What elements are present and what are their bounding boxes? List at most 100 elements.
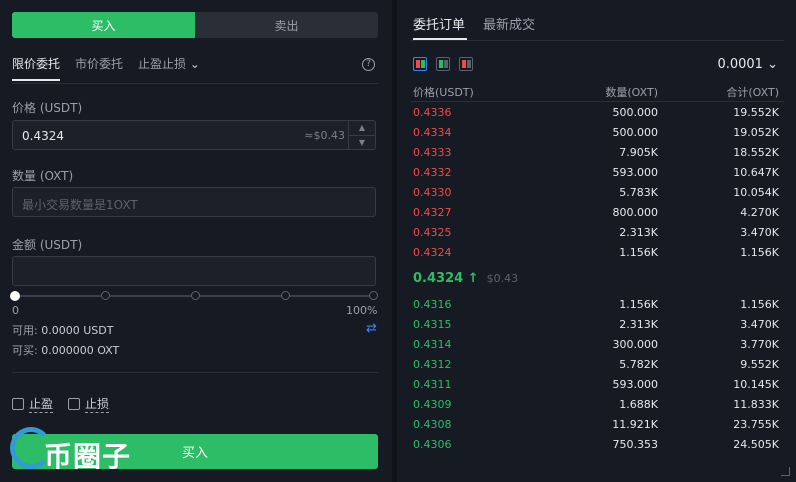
bid-price: 0.4309 [413, 398, 452, 411]
stepper-down-icon[interactable]: ▼ [349, 136, 375, 150]
bid-row[interactable]: 0.4312 5.782K 9.552K [413, 358, 779, 372]
price-value: 0.4324 [22, 129, 64, 143]
order-book-tabs: 委托订单 最新成交 [413, 14, 535, 33]
stop-loss-label: 止损 [85, 397, 110, 413]
bid-total: 3.470K [740, 318, 779, 331]
tab-stop-order[interactable]: 止盈止损 ⌄ [138, 55, 200, 82]
slider-mark-50[interactable] [191, 291, 200, 300]
slider-mark-25[interactable] [101, 291, 110, 300]
amount-input[interactable] [12, 256, 376, 286]
ask-qty: 2.313K [619, 226, 658, 239]
bid-price: 0.4308 [413, 418, 452, 431]
checkbox-icon[interactable] [68, 398, 80, 410]
price-input[interactable]: 0.4324 ≈$0.43 ▲ ▼ [12, 120, 376, 150]
bid-total: 11.833K [733, 398, 779, 411]
slider-min-label: 0 [12, 304, 19, 317]
ask-qty: 5.783K [619, 186, 658, 199]
last-price-number: 0.4324 [413, 271, 464, 286]
stepper-up-icon[interactable]: ▲ [349, 121, 375, 136]
bid-price: 0.4315 [413, 318, 452, 331]
bid-total: 1.156K [740, 298, 779, 311]
bid-qty: 1.688K [619, 398, 658, 411]
take-profit-checkbox[interactable]: 止盈 [12, 395, 54, 413]
watermark-logo: 币圈子 [6, 423, 156, 479]
ask-price: 0.4336 [413, 106, 452, 119]
order-book-panel: 委托订单 最新成交 0.0001 ⌄ 价格(USDT) 数量(OXT) 合计(O… [397, 0, 796, 482]
ask-price: 0.4324 [413, 246, 452, 259]
bid-row[interactable]: 0.4308 11.921K 23.755K [413, 418, 779, 432]
bid-price: 0.4306 [413, 438, 452, 451]
ask-row[interactable]: 0.4334 500.000 19.052K [413, 126, 779, 140]
last-price: 0.4324 ↑ $0.43 [413, 271, 518, 286]
resize-handle-icon[interactable] [781, 467, 790, 476]
bid-price: 0.4314 [413, 338, 452, 351]
amount-label: 金额 (USDT) [12, 238, 83, 252]
tab-order-book[interactable]: 委托订单 [413, 14, 465, 33]
bid-row[interactable]: 0.4309 1.688K 11.833K [413, 398, 779, 412]
ask-qty: 800.000 [612, 206, 659, 219]
chevron-down-icon: ⌄ [767, 57, 778, 72]
ask-price: 0.4334 [413, 126, 452, 139]
col-quantity: 数量(OXT) [605, 86, 658, 99]
bid-row[interactable]: 0.4316 1.156K 1.156K [413, 298, 779, 312]
ask-row[interactable]: 0.4324 1.156K 1.156K [413, 246, 779, 260]
ask-row[interactable]: 0.4336 500.000 19.552K [413, 106, 779, 120]
price-stepper: ▲ ▼ [348, 121, 375, 149]
view-both-icon[interactable] [413, 57, 427, 71]
ask-price: 0.4332 [413, 166, 452, 179]
watermark-text: 币圈子 [44, 440, 132, 473]
slider-mark-100[interactable] [369, 291, 378, 300]
bid-price: 0.4312 [413, 358, 452, 371]
slider-handle[interactable] [10, 291, 20, 301]
ask-total: 19.552K [733, 106, 779, 119]
bid-total: 3.770K [740, 338, 779, 351]
bid-qty: 593.000 [612, 378, 659, 391]
bid-total: 24.505K [733, 438, 779, 451]
tab-buy[interactable]: 买入 [12, 12, 195, 38]
bid-row[interactable]: 0.4306 750.353 24.505K [413, 438, 779, 452]
percent-slider[interactable] [10, 291, 378, 301]
ask-row[interactable]: 0.4325 2.313K 3.470K [413, 226, 779, 240]
bid-row[interactable]: 0.4315 2.313K 3.470K [413, 318, 779, 332]
bid-total: 23.755K [733, 418, 779, 431]
tab-limit-order[interactable]: 限价委托 [12, 55, 61, 81]
checkbox-icon[interactable] [12, 398, 24, 410]
ask-row[interactable]: 0.4327 800.000 4.270K [413, 206, 779, 220]
ask-price: 0.4327 [413, 206, 452, 219]
view-asks-icon[interactable] [459, 57, 473, 71]
bid-row[interactable]: 0.4311 593.000 10.145K [413, 378, 779, 392]
transfer-icon[interactable]: ⇄ [366, 321, 377, 336]
ask-row[interactable]: 0.4333 7.905K 18.552K [413, 146, 779, 160]
stop-loss-checkbox[interactable]: 止损 [68, 395, 110, 413]
precision-select[interactable]: 0.0001 ⌄ [717, 57, 778, 72]
available-balance: 可用: 0.0000 USDT [12, 322, 113, 338]
ask-total: 10.647K [733, 166, 779, 179]
ask-qty: 593.000 [612, 166, 659, 179]
order-form-panel: 买入 卖出 限价委托 市价委托 止盈止损 ⌄ ? 价格 (USDT) 0.432… [0, 0, 392, 482]
bid-total: 9.552K [740, 358, 779, 371]
active-tab-underline [413, 38, 467, 40]
chevron-down-icon: ⌄ [189, 57, 200, 71]
col-price: 价格(USDT) [413, 86, 474, 99]
bid-row[interactable]: 0.4314 300.000 3.770K [413, 338, 779, 352]
ask-row[interactable]: 0.4332 593.000 10.647K [413, 166, 779, 180]
ask-total: 3.470K [740, 226, 779, 239]
quantity-input[interactable]: 最小交易数量是1OXT [12, 187, 376, 217]
ask-price: 0.4333 [413, 146, 452, 159]
bid-qty: 2.313K [619, 318, 658, 331]
tab-sell[interactable]: 卖出 [195, 12, 378, 38]
price-label: 价格 (USDT) [12, 101, 83, 115]
ask-row[interactable]: 0.4330 5.783K 10.054K [413, 186, 779, 200]
help-icon[interactable]: ? [362, 58, 375, 71]
tab-latest-trades[interactable]: 最新成交 [483, 14, 535, 33]
available-label: 可用: [12, 324, 38, 337]
bid-qty: 11.921K [612, 418, 658, 431]
tab-market-order[interactable]: 市价委托 [75, 55, 123, 82]
arrow-up-icon: ↑ [467, 271, 479, 286]
bid-qty: 5.782K [619, 358, 658, 371]
view-bids-icon[interactable] [436, 57, 450, 71]
precision-value: 0.0001 [717, 57, 763, 72]
quantity-label: 数量 (OXT) [12, 169, 74, 183]
ask-qty: 500.000 [612, 126, 659, 139]
slider-mark-75[interactable] [281, 291, 290, 300]
